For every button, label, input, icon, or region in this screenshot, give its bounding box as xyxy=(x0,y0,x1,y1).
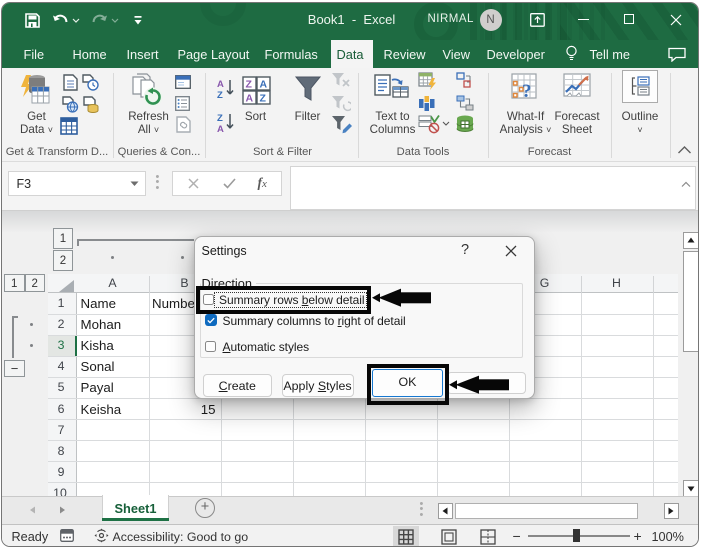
svg-text:Z: Z xyxy=(217,113,223,124)
svg-text:Z: Z xyxy=(259,92,266,104)
svg-text:?: ? xyxy=(522,81,532,102)
svg-text:A: A xyxy=(245,92,253,104)
svg-text:A: A xyxy=(259,78,267,90)
svg-text:A: A xyxy=(217,124,224,133)
svg-text:Z: Z xyxy=(217,90,223,99)
svg-text:A: A xyxy=(217,79,224,90)
svg-text:Z: Z xyxy=(245,78,252,90)
